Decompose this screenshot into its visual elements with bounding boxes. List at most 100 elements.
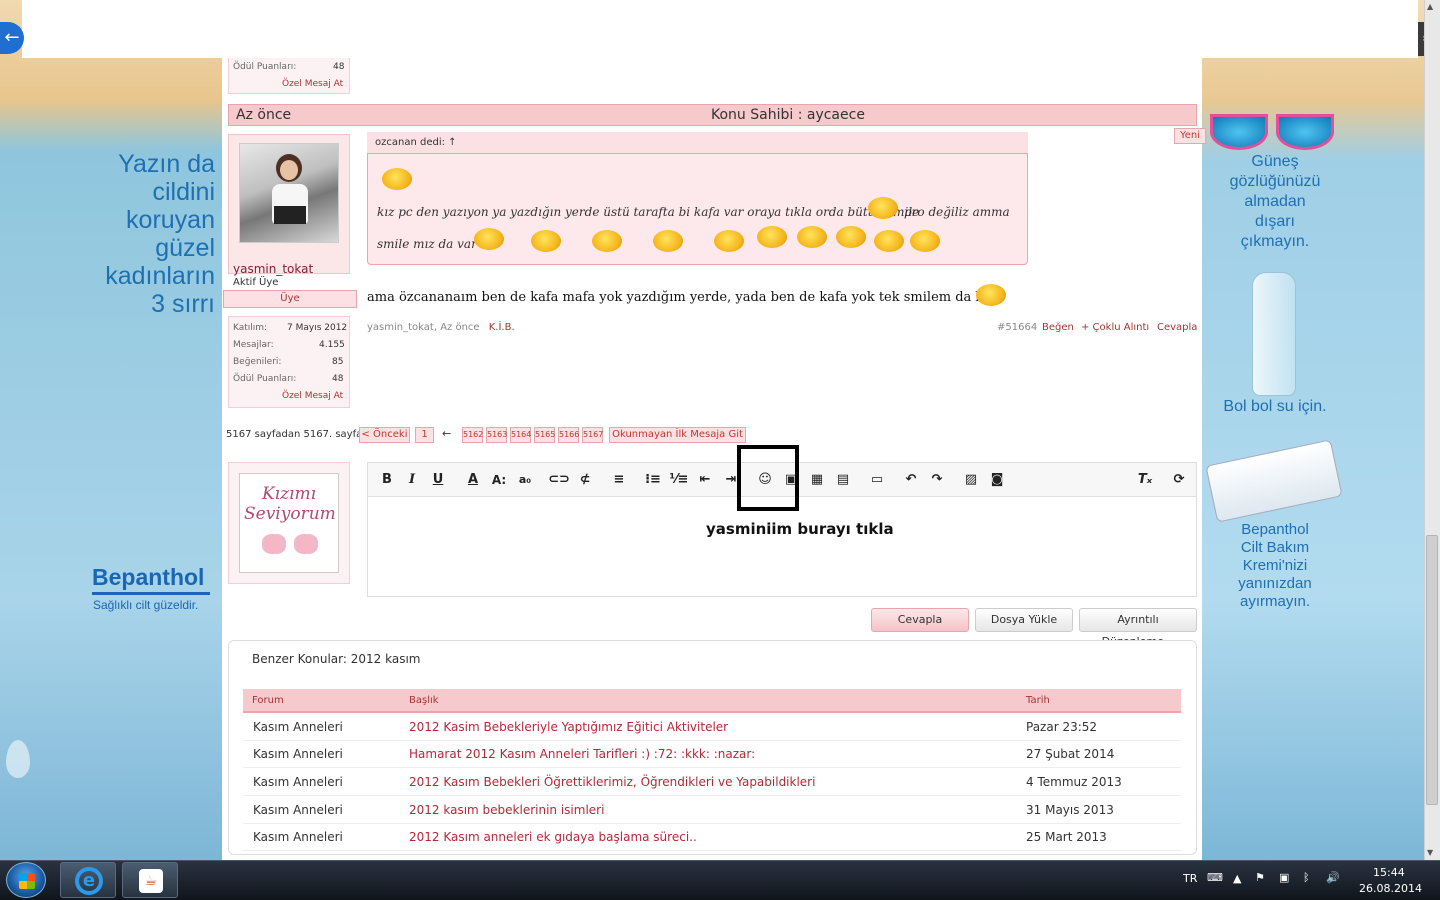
language-indicator[interactable]: TR: [1183, 872, 1197, 885]
smiley-icon: [836, 226, 866, 248]
clear-format-icon[interactable]: Tₓ: [1134, 470, 1156, 490]
reply-link[interactable]: Cevapla: [1157, 322, 1197, 333]
action-center-flag-icon[interactable]: ⚑: [1255, 871, 1265, 884]
prev-page-button[interactable]: < Önceki: [359, 427, 410, 443]
stat-value: 85: [332, 357, 344, 367]
quote-line-1b: pro değiliz amma: [904, 205, 1010, 219]
left-ad-brand: Bepanthol: [92, 564, 205, 590]
numbered-list-icon[interactable]: ⅟≡: [668, 470, 690, 490]
row-forum[interactable]: Kasım Anneleri: [253, 769, 343, 796]
advanced-edit-button[interactable]: Ayrıntılı Düzenleme...: [1079, 608, 1197, 648]
page-1-button[interactable]: 1: [415, 427, 434, 443]
page-button[interactable]: 5164: [510, 427, 531, 443]
unlink-icon[interactable]: ⊄: [574, 470, 596, 490]
code-icon[interactable]: ▤: [832, 470, 854, 490]
quote-author[interactable]: ozcanan dedi: ↑: [375, 137, 457, 148]
photo-icon[interactable]: ▨: [960, 470, 982, 490]
page-button[interactable]: 5162: [462, 427, 483, 443]
signature-image: Kızımı Seviyorum: [239, 473, 339, 573]
outdent-icon[interactable]: ⇤: [694, 470, 716, 490]
scrollbar-thumb[interactable]: [1426, 535, 1438, 805]
upload-button[interactable]: Dosya Yükle: [975, 608, 1073, 632]
scroll-down-icon[interactable]: ▼: [1427, 848, 1433, 857]
stat-label: Katılım:: [233, 323, 268, 333]
right-ad-tip-1: Güneş gözlüğünüzü almadan dışarı çıkmayı…: [1229, 153, 1321, 250]
smiley-icon: [531, 230, 561, 252]
meta-link[interactable]: K.İ.B.: [489, 322, 515, 333]
italic-icon[interactable]: I: [401, 470, 423, 490]
clock-time[interactable]: 15:44: [1373, 866, 1405, 879]
row-title[interactable]: 2012 Kasım Bebekleri Öğrettiklerimiz, Öğ…: [409, 769, 815, 796]
annotation-text: yasminiim burayı tıkla: [706, 520, 894, 538]
signature-line: Kızımı: [261, 484, 317, 504]
tray-expand-icon[interactable]: ▲: [1233, 872, 1241, 885]
save-draft-icon[interactable]: ▭: [866, 470, 888, 490]
camera-icon[interactable]: ◙: [986, 470, 1008, 490]
clock-date[interactable]: 26.08.2014: [1359, 882, 1422, 895]
thread-owner: Konu Sahibi : aycaece: [711, 107, 865, 123]
post-number[interactable]: #51664: [997, 322, 1037, 333]
pm-link[interactable]: Özel Mesaj At: [282, 391, 343, 401]
row-title[interactable]: 2012 Kasim Bebekleriyle Yaptığımız Eğiti…: [409, 714, 728, 741]
col-title: Başlık: [409, 695, 439, 706]
stat-label: Beğenileri:: [233, 357, 282, 367]
row-date: 31 Mayıs 2013: [1026, 803, 1114, 817]
taskbar-java-button[interactable]: ☕: [122, 862, 178, 898]
scroll-up-icon[interactable]: ▲: [1427, 2, 1433, 11]
taskbar-ie-button[interactable]: e: [60, 862, 116, 898]
row-date: 27 Şubat 2014: [1026, 747, 1115, 761]
signature-line: Seviyorum: [244, 504, 336, 524]
row-forum[interactable]: Kasım Anneleri: [253, 824, 343, 851]
network-icon[interactable]: ▣: [1279, 871, 1289, 884]
username[interactable]: yasmin_tokat: [233, 262, 313, 276]
meta-author[interactable]: yasmin_tokat,: [367, 322, 437, 333]
volume-icon[interactable]: 🔊: [1326, 871, 1340, 884]
table-row: Kasım Anneleri 2012 Kasım anneleri ek gı…: [243, 824, 1181, 851]
right-ad-tip-2: Bol bol su için.: [1223, 398, 1327, 415]
page-button[interactable]: 5165: [534, 427, 555, 443]
smiley-icon: [474, 228, 504, 250]
prev-odul-label: Ödül Puanları:: [233, 62, 297, 72]
bold-icon[interactable]: B: [376, 470, 398, 490]
table-row: Kasım Anneleri 2012 Kasim Bebekleriyle Y…: [243, 714, 1181, 741]
link-icon[interactable]: ⊂⊃: [548, 470, 570, 490]
multi-quote-link[interactable]: + Çoklu Alıntı: [1081, 322, 1149, 333]
like-link[interactable]: Beğen: [1042, 322, 1074, 333]
font-family-icon[interactable]: a₀: [514, 470, 536, 490]
bluetooth-icon[interactable]: ᛒ: [1303, 871, 1310, 884]
unread-first-button[interactable]: Okunmayan İlk Mesaja Git: [609, 427, 746, 443]
prev-pm-link[interactable]: Özel Mesaj At: [282, 79, 343, 89]
row-title[interactable]: 2012 Kasım anneleri ek gıdaya başlama sü…: [409, 824, 697, 851]
row-forum[interactable]: Kasım Anneleri: [253, 797, 343, 824]
stat-label: Ödül Puanları:: [233, 374, 297, 384]
font-color-icon[interactable]: A: [462, 470, 484, 490]
smiley-icon: [757, 226, 787, 248]
left-ad-headline: Yazın da cildini koruyan güzel kadınları…: [105, 150, 215, 318]
col-forum: Forum: [252, 695, 284, 706]
row-title[interactable]: Hamarat 2012 Kasım Anneleri Tarifleri :)…: [409, 741, 755, 768]
row-forum[interactable]: Kasım Anneleri: [253, 714, 343, 741]
stat-value: 48: [332, 374, 344, 384]
keyboard-icon[interactable]: ⌨: [1207, 871, 1223, 884]
start-button[interactable]: [6, 862, 46, 898]
row-forum[interactable]: Kasım Anneleri: [253, 741, 343, 768]
page-button[interactable]: 5166: [558, 427, 579, 443]
page-button[interactable]: 5167: [582, 427, 603, 443]
reply-button[interactable]: Cevapla: [871, 608, 969, 632]
bullet-list-icon[interactable]: ⁝≡: [642, 470, 664, 490]
left-ad-banner[interactable]: [0, 0, 222, 860]
undo-icon[interactable]: ↶: [900, 470, 922, 490]
redo-icon[interactable]: ↷: [926, 470, 948, 490]
font-size-icon[interactable]: A:: [488, 470, 510, 490]
align-icon[interactable]: ≡: [608, 470, 630, 490]
page-button[interactable]: 5163: [486, 427, 507, 443]
underline-icon[interactable]: U: [427, 470, 449, 490]
toggle-source-icon[interactable]: ⟳: [1168, 470, 1190, 490]
media-icon[interactable]: ▦: [806, 470, 828, 490]
user-avatar[interactable]: [239, 143, 339, 243]
table-row: Kasım Anneleri 2012 kasım bebeklerinin i…: [243, 797, 1181, 824]
smiley-icon: [797, 226, 827, 248]
browser-top-area: [22, 0, 1418, 58]
meta-time[interactable]: Az önce: [440, 322, 479, 333]
row-title[interactable]: 2012 kasım bebeklerinin isimleri: [409, 797, 604, 824]
